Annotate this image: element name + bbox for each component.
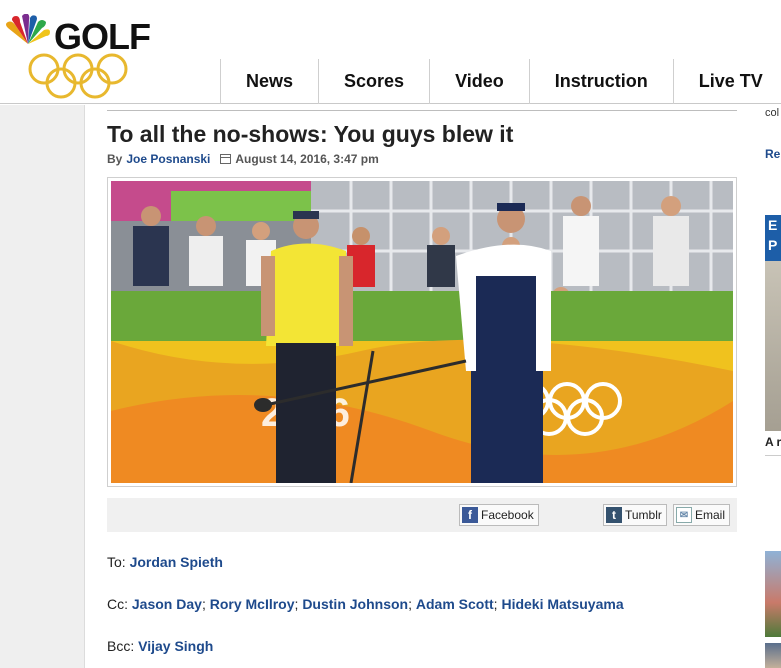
byline: By Joe Posnanski August 14, 2016, 3:47 p… [107,152,379,166]
site-header: GOLF News Scores Video Instruction Live … [0,0,781,104]
right-rail-promo[interactable]: E P [765,215,781,261]
byline-prefix: By [107,152,123,166]
nav-instruction[interactable]: Instruction [528,59,673,104]
email-share-button[interactable]: ✉ Email [673,504,731,526]
tumblr-icon: t [606,507,622,523]
player-link-mcilroy[interactable]: Rory McIlroy [210,596,295,612]
right-rail-image[interactable] [765,261,781,431]
separator: ; [408,596,416,612]
divider [107,110,737,111]
email-label: Email [695,508,726,522]
envelope-icon: ✉ [676,507,692,523]
tumblr-share-button[interactable]: t Tumblr [603,504,667,526]
nav-news[interactable]: News [220,59,318,104]
memo-to-label: To: [107,554,126,570]
calendar-icon [220,154,232,164]
article-photo[interactable]: 2016 [107,177,737,487]
author-link[interactable]: Joe Posnanski [126,152,210,166]
main-nav: News Scores Video Instruction Live TV [220,59,781,104]
publish-date: August 14, 2016, 3:47 pm [235,152,379,166]
right-rail-snippet: col [765,107,780,119]
player-link-scott[interactable]: Adam Scott [416,596,494,612]
memo-cc-line: Cc: Jason Day; Rory McIlroy; Dustin John… [107,596,624,612]
memo-cc-label: Cc: [107,596,128,612]
memo-bcc-label: Bcc: [107,638,135,654]
right-rail-caption[interactable]: A r [765,435,781,449]
right-rail-thumbnail[interactable] [765,551,781,637]
right-rail-link[interactable]: Re [765,147,781,161]
article-title: To all the no-shows: You guys blew it [107,121,514,147]
left-rail [0,105,85,668]
player-link-spieth[interactable]: Jordan Spieth [130,554,223,570]
peacock-icon [6,14,50,45]
memo-bcc-line: Bcc: Vijay Singh [107,638,213,654]
right-rail-thumbnail[interactable] [765,643,781,668]
nav-scores[interactable]: Scores [318,59,429,104]
player-link-matsuyama[interactable]: Hideki Matsuyama [501,596,623,612]
right-rail: col Re E P A r [760,105,781,668]
separator: ; [201,596,210,612]
share-bar: f Facebook t Tumblr ✉ Email [107,498,737,532]
facebook-share-button[interactable]: f Facebook [459,504,539,526]
nav-live-tv[interactable]: Live TV [672,59,781,104]
facebook-icon: f [462,507,478,523]
player-link-johnson[interactable]: Dustin Johnson [302,596,408,612]
golf-channel-logo[interactable]: GOLF [2,12,162,102]
tumblr-label: Tumblr [625,508,662,522]
olympic-rings-icon [28,53,128,99]
facebook-label: Facebook [481,508,534,522]
rio-2016-golf-photo-icon: 2016 [111,181,733,483]
player-link-day[interactable]: Jason Day [132,596,202,612]
divider [765,455,781,456]
nav-video[interactable]: Video [429,59,529,104]
memo-to-line: To: Jordan Spieth [107,554,223,570]
player-link-singh[interactable]: Vijay Singh [138,638,213,654]
